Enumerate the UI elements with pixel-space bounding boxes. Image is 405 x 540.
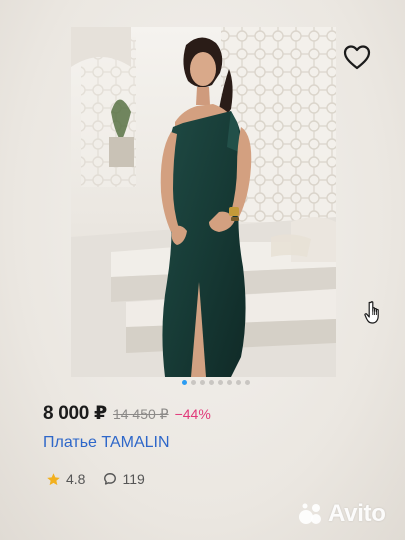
carousel-dot[interactable] [245,380,250,385]
reviews-count: 119 [122,471,145,487]
avito-watermark: Avito [298,500,386,528]
carousel-dot[interactable] [209,380,214,385]
hand-pointer-icon [364,301,379,324]
carousel-dot[interactable] [227,380,232,385]
carousel-dot[interactable] [236,380,241,385]
product-card: 8 000 ₽ 14 450 ₽ −44% Платье TAMALIN 4.8… [0,0,405,540]
carousel-dot[interactable] [200,380,205,385]
rating-value: 4.8 [66,471,86,487]
rating-reviews-row[interactable]: 4.8 119 [46,471,145,487]
discount-badge: −44% [174,406,211,422]
heart-outline-icon [343,45,371,70]
avito-wordmark: Avito [328,500,386,527]
speech-bubble-icon [104,473,117,485]
current-price: 8 000 ₽ [43,403,107,424]
old-price: 14 450 ₽ [112,406,169,422]
product-title-link[interactable]: Платье TAMALIN [43,434,170,452]
star-icon [47,472,60,485]
carousel-dot[interactable] [182,380,187,385]
dress-photo-illustration [71,27,336,377]
hand-pointer-cursor [364,300,386,326]
carousel-dot[interactable] [191,380,196,385]
photo-carousel-indicator[interactable] [182,380,250,385]
price-row: 8 000 ₽ 14 450 ₽ −44% [43,402,211,425]
favorite-button[interactable] [340,40,374,74]
carousel-dot[interactable] [218,380,223,385]
avito-logo-icon [299,503,321,524]
product-photo[interactable] [71,27,336,377]
